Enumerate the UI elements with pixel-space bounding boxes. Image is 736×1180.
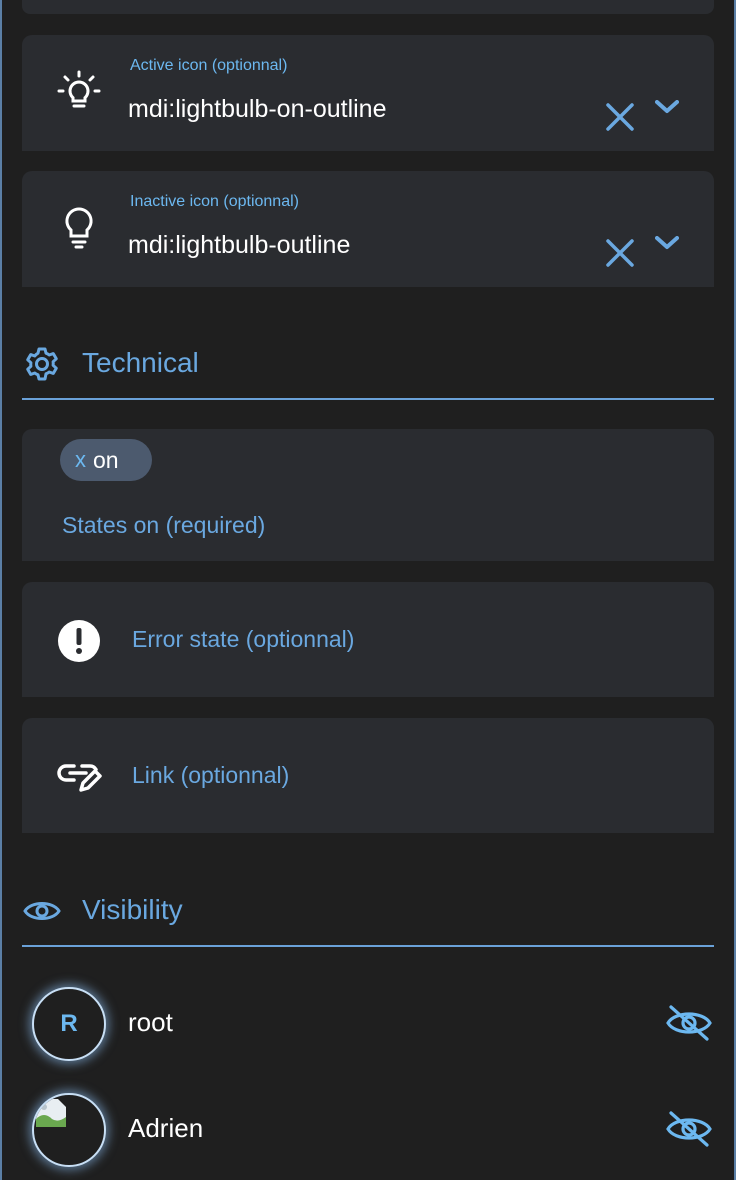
inactive-icon-label: Inactive icon (optionnal) bbox=[130, 193, 299, 210]
technical-section-title: Technical bbox=[82, 347, 199, 378]
visibility-toggle-button[interactable] bbox=[664, 1109, 714, 1149]
avatar bbox=[32, 1093, 106, 1167]
eye-off-icon bbox=[666, 1111, 712, 1147]
inactive-icon-dropdown-button[interactable] bbox=[654, 233, 680, 253]
active-icon-field[interactable]: Active icon (optionnal) mdi:lightbulb-on… bbox=[22, 35, 714, 151]
chevron-down-icon bbox=[655, 100, 679, 113]
states-on-field[interactable]: x on States on (required) bbox=[22, 429, 714, 561]
close-icon bbox=[606, 103, 634, 131]
visibility-section-title: Visibility bbox=[82, 894, 183, 925]
user-row-root: R root bbox=[22, 979, 714, 1069]
eye-icon bbox=[22, 891, 62, 931]
visibility-toggle-button[interactable] bbox=[664, 1003, 714, 1043]
broken-image-icon bbox=[36, 1099, 66, 1127]
states-on-label: States on (required) bbox=[62, 512, 266, 538]
lightbulb-outline-icon bbox=[52, 201, 106, 255]
link-edit-icon bbox=[56, 754, 102, 800]
chip-remove-button[interactable]: x bbox=[75, 447, 86, 473]
alert-circle-icon bbox=[56, 618, 102, 664]
link-label: Link (optionnal) bbox=[132, 762, 290, 788]
user-row-adrien: Adrien bbox=[22, 1085, 714, 1175]
user-name: Adrien bbox=[128, 1113, 204, 1143]
active-icon-value[interactable]: mdi:lightbulb-on-outline bbox=[128, 95, 386, 124]
state-chip: x on bbox=[60, 439, 152, 481]
clear-active-icon-button[interactable] bbox=[604, 101, 636, 133]
link-field[interactable]: Link (optionnal) bbox=[22, 718, 714, 833]
error-state-label: Error state (optionnal) bbox=[132, 626, 355, 652]
inactive-icon-value[interactable]: mdi:lightbulb-outline bbox=[128, 231, 350, 260]
chip-label: on bbox=[93, 446, 119, 473]
avatar: R bbox=[32, 987, 106, 1061]
lightbulb-on-outline-icon bbox=[52, 65, 106, 119]
panel-left-border bbox=[0, 0, 2, 1180]
active-icon-dropdown-button[interactable] bbox=[654, 97, 680, 117]
close-icon bbox=[606, 239, 634, 267]
user-name: root bbox=[128, 1007, 173, 1037]
clear-inactive-icon-button[interactable] bbox=[604, 237, 636, 269]
chevron-down-icon bbox=[655, 236, 679, 249]
inactive-icon-field[interactable]: Inactive icon (optionnal) mdi:lightbulb-… bbox=[22, 171, 714, 287]
technical-section-header[interactable]: Technical bbox=[22, 338, 714, 400]
eye-off-icon bbox=[666, 1005, 712, 1041]
visibility-section-header[interactable]: Visibility bbox=[22, 885, 714, 947]
previous-field-bottom bbox=[22, 0, 714, 14]
error-state-field[interactable]: Error state (optionnal) bbox=[22, 582, 714, 697]
gear-icon bbox=[22, 344, 62, 384]
active-icon-label: Active icon (optionnal) bbox=[130, 57, 288, 74]
